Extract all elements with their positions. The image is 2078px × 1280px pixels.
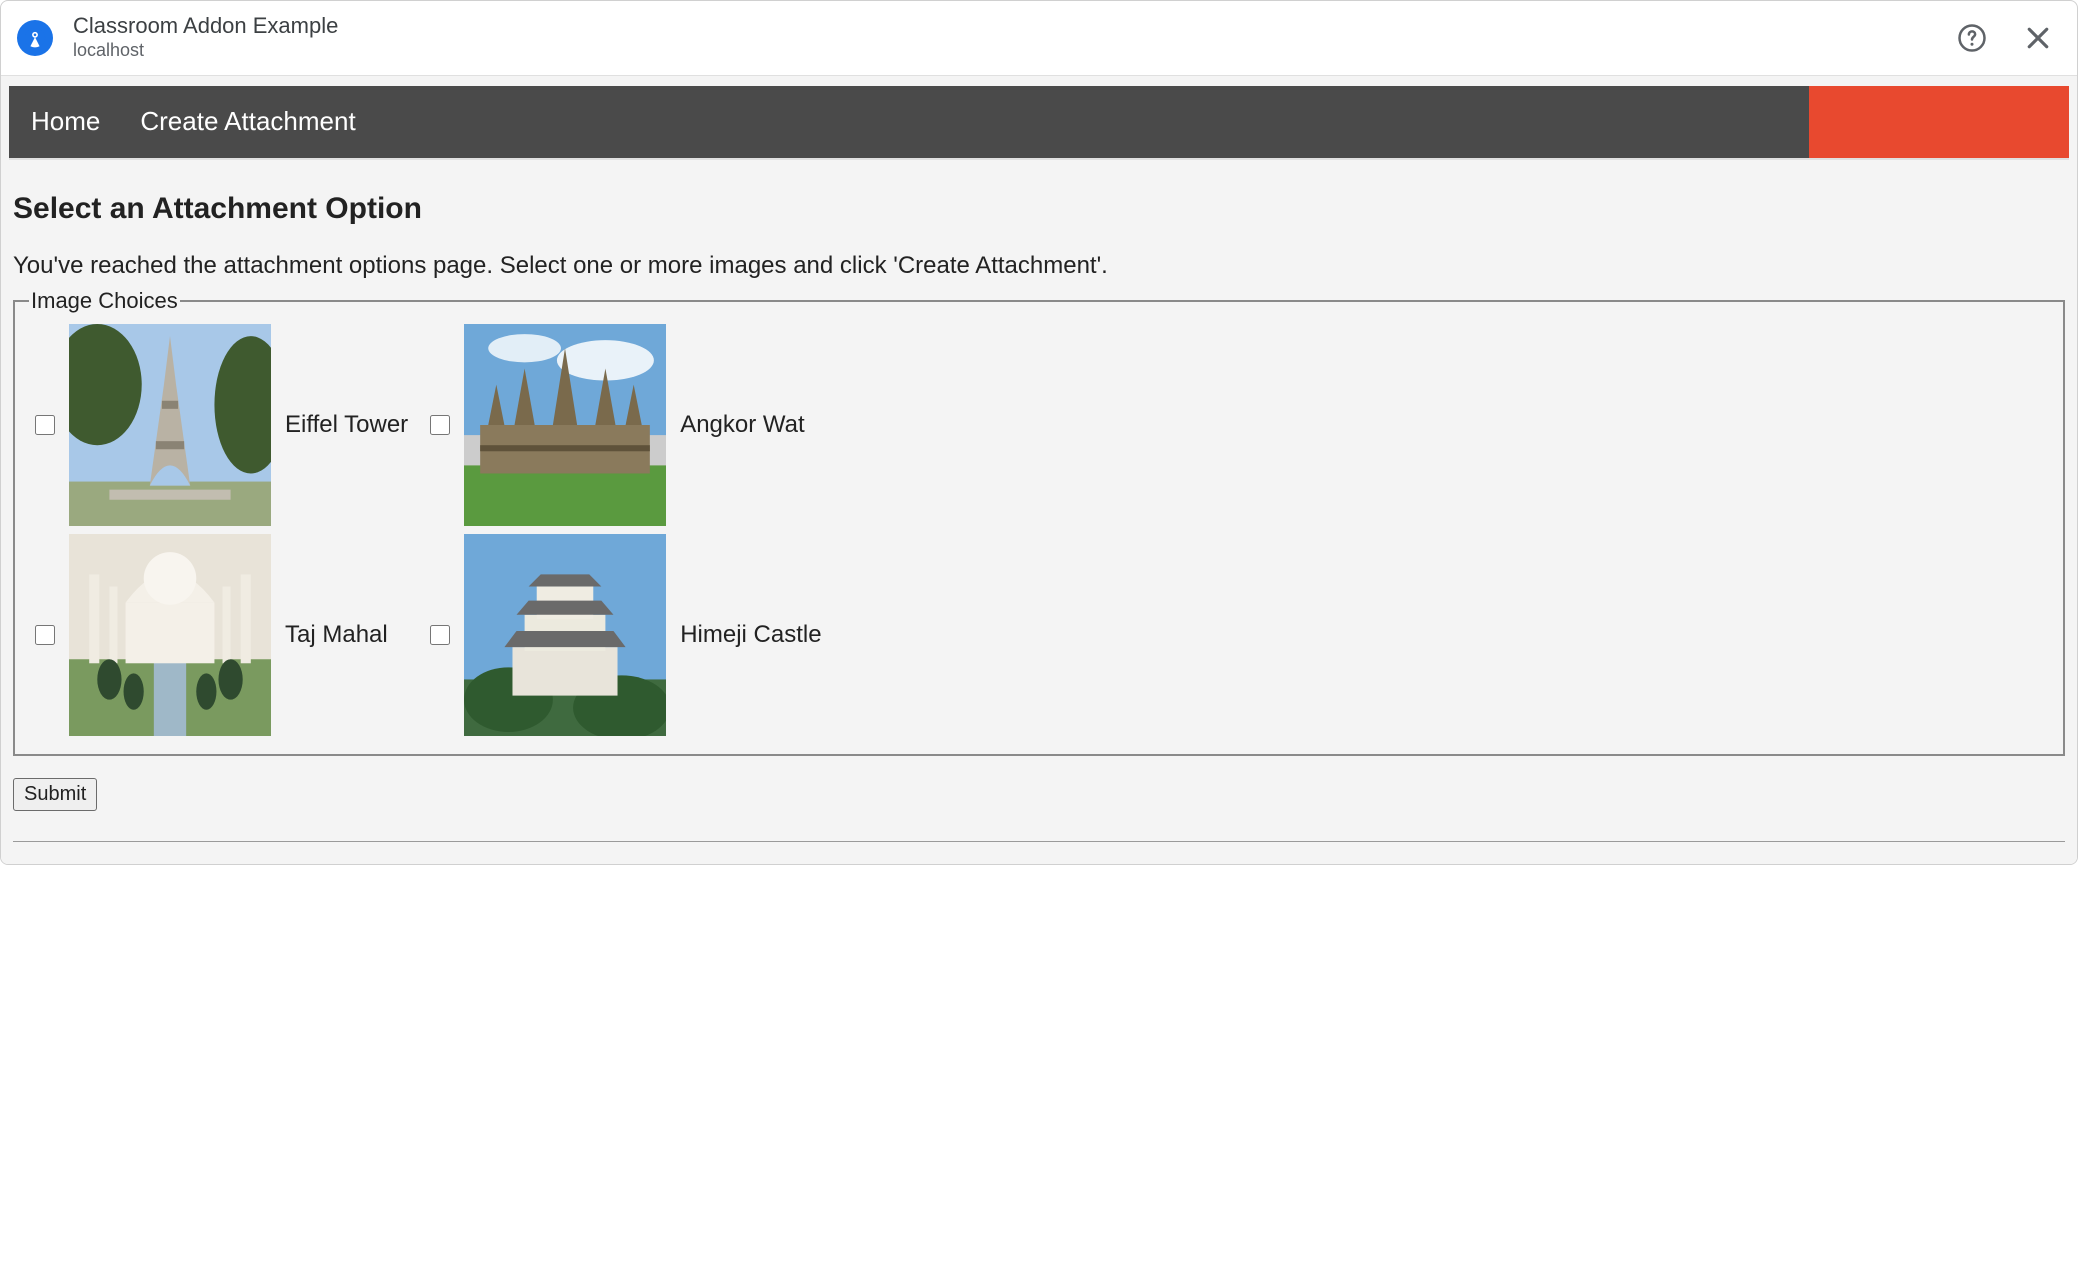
help-icon [1957,23,1987,53]
titlebar: Classroom Addon Example localhost [1,1,2077,76]
choice-label: Himeji Castle [680,621,821,649]
himeji-castle-icon [464,534,666,736]
choice-eiffel-tower: Eiffel Tower [29,324,408,526]
angkor-wat-icon [464,324,666,526]
titlebar-text: Classroom Addon Example localhost [73,13,1953,63]
help-button[interactable] [1953,19,1991,57]
choice-checkbox-taj-mahal[interactable] [35,625,55,645]
navbar: Home Create Attachment [9,86,2069,160]
nav-links: Home Create Attachment [9,86,356,158]
nav-accent-block [1809,86,2069,158]
nav-link-home[interactable]: Home [31,106,100,137]
addon-dialog: Classroom Addon Example localhost [0,0,2078,865]
choice-label: Eiffel Tower [285,411,408,439]
nav-spacer [356,86,1809,158]
main: Select an Attachment Option You've reach… [9,160,2069,854]
choice-checkbox-angkor-wat[interactable] [430,415,450,435]
footer-separator [13,841,2065,842]
submit-button[interactable]: Submit [13,778,97,811]
choice-label: Angkor Wat [680,411,805,439]
taj-mahal-icon [69,534,271,736]
choice-checkbox-himeji-castle[interactable] [430,625,450,645]
content-area: Home Create Attachment Select an Attachm… [1,76,2077,864]
choice-grid: Eiffel Tower [29,324,2049,736]
image-choices-legend: Image Choices [29,288,180,314]
choice-himeji-castle: Himeji Castle [424,534,821,736]
choice-angkor-wat: Angkor Wat [424,324,821,526]
page-title: Select an Attachment Option [13,192,2065,226]
nav-link-create-attachment[interactable]: Create Attachment [140,106,355,137]
titlebar-actions [1953,19,2057,57]
submit-row: Submit [13,778,2065,811]
image-choices-fieldset: Image Choices [13,288,2065,756]
choice-taj-mahal: Taj Mahal [29,534,408,736]
choice-label: Taj Mahal [285,621,388,649]
close-icon [2023,23,2053,53]
eiffel-tower-icon [69,324,271,526]
close-button[interactable] [2019,19,2057,57]
instructions-text: You've reached the attachment options pa… [13,252,2065,280]
titlebar-subtitle: localhost [73,39,1953,62]
choice-checkbox-eiffel-tower[interactable] [35,415,55,435]
titlebar-title: Classroom Addon Example [73,13,1953,39]
addon-logo-icon [17,20,53,56]
